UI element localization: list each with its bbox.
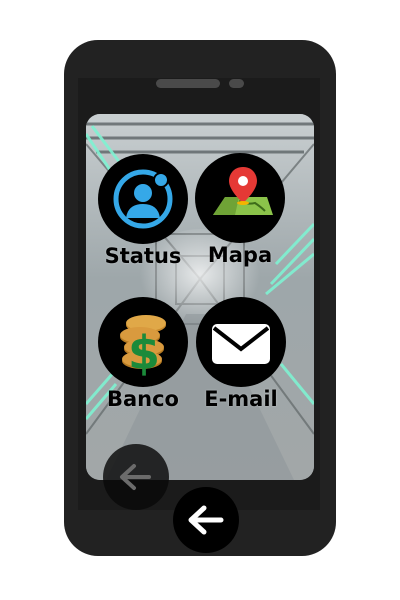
map-pin-icon [213, 167, 273, 215]
app-mapa-circle[interactable] [195, 153, 285, 243]
app-status-circle[interactable] [98, 154, 188, 244]
page: Status Mapa $ Banco E-mail [0, 0, 400, 600]
arrow-left-icon [120, 464, 151, 490]
money-bag-icon: $ [120, 315, 166, 380]
app-status[interactable]: Status [95, 154, 191, 268]
app-email-label: E-mail [204, 387, 278, 411]
arrow-left-icon [188, 505, 224, 535]
home-back-button[interactable] [173, 487, 239, 553]
user-icon [113, 169, 173, 229]
app-banco[interactable]: $ Banco [95, 297, 191, 411]
svg-text:$: $ [128, 326, 160, 380]
app-mapa[interactable]: Mapa [192, 153, 288, 267]
envelope-icon [212, 324, 270, 364]
app-email-circle[interactable] [196, 297, 286, 387]
app-email[interactable]: E-mail [193, 297, 289, 411]
screen-back-button[interactable] [103, 444, 169, 510]
phone-speaker [156, 79, 220, 88]
app-banco-circle[interactable]: $ [98, 297, 188, 387]
phone-camera [229, 79, 244, 88]
app-mapa-label: Mapa [207, 243, 273, 267]
